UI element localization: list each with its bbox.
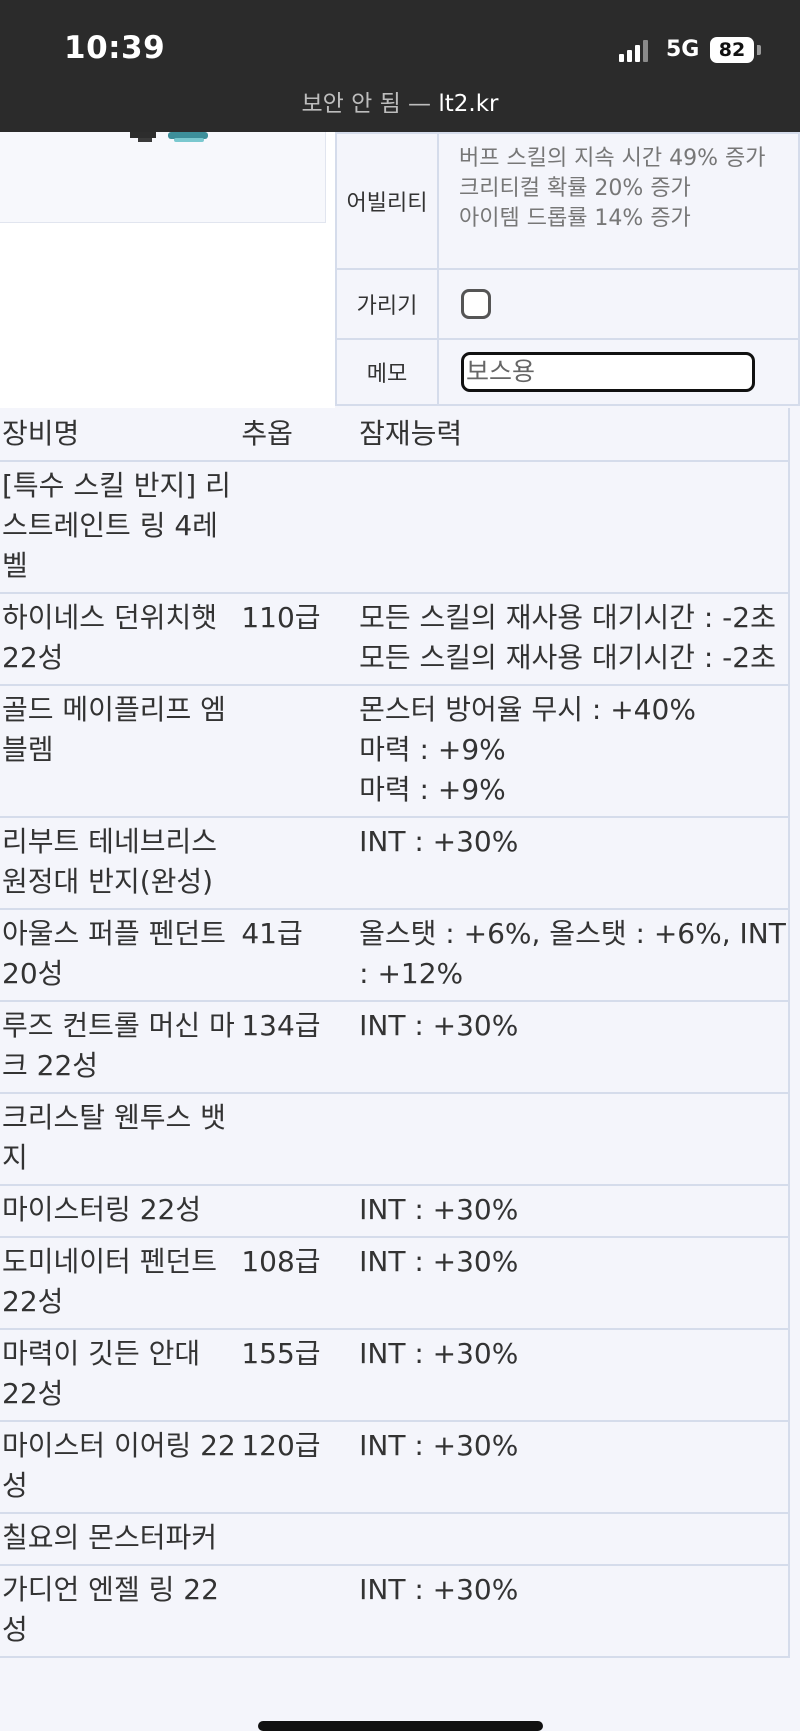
table-row[interactable]: 도미네이터 펜던트 22성 108급 INT : +30% (0, 1237, 789, 1330)
insecure-label: 보안 안 됨 — (301, 91, 432, 117)
table-row[interactable]: 마력이 깃든 안대 22성 155급 INT : +30% (0, 1329, 789, 1422)
equip-potential: INT : +30% (359, 1001, 789, 1094)
equip-star (241, 685, 360, 818)
memo-label: 메모 (335, 338, 439, 406)
table-row[interactable]: 골드 메이플리프 엠블렘 몬스터 방어율 무시 : +40% 마력 : +9% … (0, 685, 789, 818)
equip-potential: INT : +30% (359, 1565, 789, 1658)
table-row[interactable]: 칠요의 몬스터파커 (0, 1513, 789, 1566)
status-bar: 10:39 5G 82 보안 안 됨 — lt2.kr (0, 0, 800, 132)
equip-potential: INT : +30% (359, 1237, 789, 1330)
hide-cell (437, 268, 800, 340)
memo-cell: 보스용 (437, 338, 800, 406)
table-row[interactable]: 마이스터링 22성 INT : +30% (0, 1185, 789, 1238)
equip-name: 칠요의 몬스터파커 (0, 1513, 242, 1566)
table-row[interactable]: 가디언 엔젤 링 22성 INT : +30% (0, 1565, 789, 1658)
equip-star (241, 1093, 360, 1186)
url-bar[interactable]: 보안 안 됨 — lt2.kr (0, 84, 800, 118)
network-type: 5G (666, 37, 700, 62)
signal-icon (619, 40, 651, 62)
ability-label: 어빌리티 (335, 132, 439, 270)
equip-potential (359, 1513, 789, 1566)
home-indicator (258, 1721, 543, 1731)
equipment-header: 장비명 추옵 잠재능력 (0, 408, 789, 462)
table-row[interactable]: 아울스 퍼플 펜던트 20성 41급 올스탯 : +6%, 올스탯 : +6%,… (0, 909, 789, 1002)
equip-potential: 올스탯 : +6%, 올스탯 : +6%, INT : +12% (359, 909, 789, 1002)
equip-potential: INT : +30% (359, 817, 789, 910)
equip-star (241, 1565, 360, 1658)
character-panel (0, 132, 335, 408)
equip-potential: 몬스터 방어율 무시 : +40% 마력 : +9% 마력 : +9% (359, 685, 789, 818)
table-row[interactable]: 마이스터 이어링 22성 120급 INT : +30% (0, 1421, 789, 1514)
ability-row: 어빌리티 버프 스킬의 지속 시간 49% 증가 크리티컬 확률 20% 증가 … (335, 132, 800, 270)
equip-name: 마이스터링 22성 (0, 1185, 242, 1238)
equip-name: 루즈 컨트롤 머신 마크 22성 (0, 1001, 242, 1094)
equip-star: 134급 (241, 1001, 360, 1094)
equip-star: 155급 (241, 1329, 360, 1422)
equip-name: 아울스 퍼플 펜던트 20성 (0, 909, 242, 1002)
character-info-table: 어빌리티 버프 스킬의 지속 시간 49% 증가 크리티컬 확률 20% 증가 … (335, 132, 800, 406)
equip-name: 하이네스 던위치햇 22성 (0, 593, 242, 686)
equip-star: 120급 (241, 1421, 360, 1514)
ability-values: 버프 스킬의 지속 시간 49% 증가 크리티컬 확률 20% 증가 아이템 드… (437, 132, 800, 270)
table-row[interactable]: [특수 스킬 반지] 리스트레인트 링 4레벨 (0, 461, 789, 594)
table-row[interactable]: 크리스탈 웬투스 뱃지 (0, 1093, 789, 1186)
equip-potential (359, 461, 789, 594)
equipment-table: 장비명 추옵 잠재능력 [특수 스킬 반지] 리스트레인트 링 4레벨 하이네스… (0, 408, 790, 1658)
equip-star: 41급 (241, 909, 360, 1002)
memo-input[interactable]: 보스용 (461, 352, 755, 392)
equip-name: 리부트 테네브리스 원정대 반지(완성) (0, 817, 242, 910)
hide-checkbox[interactable] (461, 289, 491, 319)
character-sprite-icon (130, 132, 208, 142)
table-row[interactable]: 리부트 테네브리스 원정대 반지(완성) INT : +30% (0, 817, 789, 910)
equip-star (241, 1513, 360, 1566)
equip-potential: 모든 스킬의 재사용 대기시간 : -2초 모든 스킬의 재사용 대기시간 : … (359, 593, 789, 686)
url-host: lt2.kr (438, 91, 499, 117)
equip-name: 가디언 엔젤 링 22성 (0, 1565, 242, 1658)
equip-star (241, 1185, 360, 1238)
battery-icon: 82 (710, 37, 754, 63)
equip-potential (359, 1093, 789, 1186)
battery-tip (757, 45, 761, 55)
table-row[interactable]: 루즈 컨트롤 머신 마크 22성 134급 INT : +30% (0, 1001, 789, 1094)
hide-row: 가리기 (335, 268, 800, 340)
ability-line: 버프 스킬의 지속 시간 49% 증가 (459, 146, 766, 171)
header-potential: 잠재능력 (359, 408, 789, 462)
equip-name: [특수 스킬 반지] 리스트레인트 링 4레벨 (0, 461, 242, 594)
ability-line: 아이템 드롭률 14% 증가 (459, 206, 691, 231)
page-content: 어빌리티 버프 스킬의 지속 시간 49% 증가 크리티컬 확률 20% 증가 … (0, 132, 800, 1731)
equip-potential: INT : +30% (359, 1329, 789, 1422)
header-name: 장비명 (0, 408, 242, 462)
equip-star: 108급 (241, 1237, 360, 1330)
status-time: 10:39 (64, 30, 166, 66)
equip-star (241, 817, 360, 910)
equip-name: 마이스터 이어링 22성 (0, 1421, 242, 1514)
equip-name: 마력이 깃든 안대 22성 (0, 1329, 242, 1422)
table-row[interactable]: 하이네스 던위치햇 22성 110급 모든 스킬의 재사용 대기시간 : -2초… (0, 593, 789, 686)
ability-line: 크리티컬 확률 20% 증가 (459, 176, 691, 201)
header-star: 추옵 (241, 408, 360, 462)
equip-star: 110급 (241, 593, 360, 686)
character-image (0, 132, 326, 223)
equip-name: 골드 메이플리프 엠블렘 (0, 685, 242, 818)
equip-potential: INT : +30% (359, 1421, 789, 1514)
equip-name: 도미네이터 펜던트 22성 (0, 1237, 242, 1330)
equip-star (241, 461, 360, 594)
memo-row: 메모 보스용 (335, 338, 800, 406)
equip-name: 크리스탈 웬투스 뱃지 (0, 1093, 242, 1186)
equip-potential: INT : +30% (359, 1185, 789, 1238)
hide-label: 가리기 (335, 268, 439, 340)
